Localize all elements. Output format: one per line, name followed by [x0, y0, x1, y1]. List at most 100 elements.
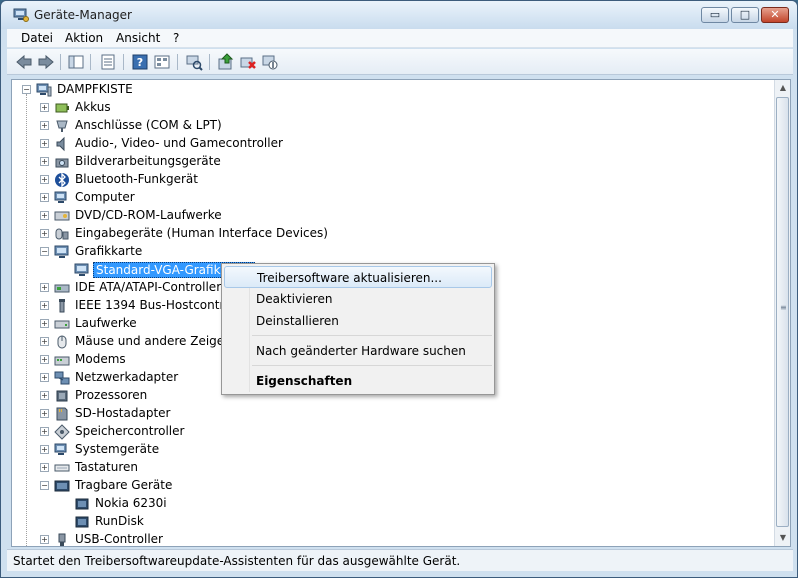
expand-icon[interactable]: + — [40, 319, 49, 328]
tree-item-label: Eingabegeräte (Human Interface Devices) — [75, 226, 328, 240]
menu-help[interactable]: ? — [173, 31, 179, 45]
menu-ansicht[interactable]: Ansicht — [116, 31, 160, 45]
expand-icon[interactable]: + — [40, 229, 49, 238]
context-menu-item[interactable]: Deinstallieren — [224, 310, 492, 332]
window-title: Geräte-Manager — [34, 8, 132, 22]
uninstall-icon[interactable] — [239, 53, 257, 71]
camera-icon — [55, 158, 69, 168]
update-driver-icon[interactable] — [217, 53, 235, 71]
tree-item-label: Speichercontroller — [75, 424, 185, 438]
expand-icon[interactable]: + — [40, 139, 49, 148]
tree-item-label: Grafikkarte — [75, 244, 143, 258]
portable-device-icon — [54, 480, 70, 492]
expand-icon[interactable]: + — [40, 373, 49, 382]
storage-icon — [54, 424, 70, 440]
device-category[interactable]: + Eingabegeräte (Human Interface Devices) — [12, 225, 772, 243]
back-arrow-icon[interactable] — [15, 53, 33, 71]
context-menu-item-label: Deinstallieren — [256, 314, 339, 328]
expand-icon[interactable]: + — [40, 391, 49, 400]
collapse-icon[interactable]: − — [22, 85, 31, 94]
expand-icon[interactable]: + — [40, 355, 49, 364]
device-category[interactable]: − Grafikkarte — [12, 243, 772, 261]
device-category[interactable]: + Bildverarbeitungsgeräte — [12, 153, 772, 171]
context-menu-item[interactable]: Treibersoftware aktualisieren... — [224, 266, 492, 288]
tree-item-label: Laufwerke — [75, 316, 137, 330]
properties-icon[interactable] — [99, 53, 117, 71]
scroll-up-icon[interactable]: ▲ — [775, 80, 791, 96]
context-menu-item[interactable]: Deaktivieren — [224, 288, 492, 310]
expand-icon[interactable]: + — [40, 445, 49, 454]
menu-bar: Datei Aktion Ansicht ? — [7, 29, 793, 48]
device-item[interactable]: Nokia 6230i — [12, 495, 772, 513]
device-category[interactable]: + Computer — [12, 189, 772, 207]
device-item[interactable]: RunDisk — [12, 513, 772, 531]
device-category[interactable]: + Audio-, Video- und Gamecontroller — [12, 135, 772, 153]
tree-item-label: Systemgeräte — [75, 442, 160, 456]
expand-icon[interactable]: + — [40, 463, 49, 472]
device-category[interactable]: + Speichercontroller — [12, 423, 772, 441]
usb-icon — [58, 533, 66, 546]
help-icon[interactable]: ? — [131, 53, 149, 71]
expand-icon[interactable]: + — [40, 175, 49, 184]
tree-root[interactable]: − DAMPFKISTE — [12, 81, 772, 99]
device-category[interactable]: − Tragbare Geräte — [12, 477, 772, 495]
menu-aktion[interactable]: Aktion — [65, 31, 103, 45]
expand-icon[interactable]: + — [40, 337, 49, 346]
device-manager-window: Geräte-Manager ▭ □ ✕ Datei Aktion Ansich… — [0, 0, 798, 578]
device-category[interactable]: + SD-Hostadapter — [12, 405, 772, 423]
scroll-down-icon[interactable]: ▼ — [775, 530, 791, 546]
tree-item-label: Anschlüsse (COM & LPT) — [75, 118, 222, 132]
expand-icon[interactable]: + — [40, 121, 49, 130]
tree-item-label: Bluetooth-Funkgerät — [75, 172, 198, 186]
device-category[interactable]: + Tastaturen — [12, 459, 772, 477]
scroll-thumb[interactable]: ≡ — [776, 97, 789, 527]
firewire-icon — [59, 299, 65, 313]
expand-icon[interactable]: + — [40, 157, 49, 166]
maximize-button[interactable]: □ — [731, 7, 759, 23]
collapse-icon[interactable]: − — [40, 247, 49, 256]
drive-icon — [54, 320, 70, 329]
expand-icon[interactable]: + — [40, 211, 49, 220]
status-bar: Startet den Treibersoftwareupdate-Assist… — [7, 549, 793, 571]
monitor-icon — [54, 245, 69, 258]
expand-icon[interactable]: + — [40, 283, 49, 292]
keyboard-icon — [54, 464, 70, 472]
collapse-icon[interactable]: − — [40, 481, 49, 490]
close-button[interactable]: ✕ — [761, 7, 789, 23]
vertical-scrollbar[interactable]: ▲ ≡ ▼ — [774, 80, 790, 546]
device-category[interactable]: + Akkus — [12, 99, 772, 117]
scan-hardware-icon[interactable] — [185, 53, 203, 71]
expand-icon[interactable]: + — [40, 193, 49, 202]
minimize-button[interactable]: ▭ — [701, 7, 729, 23]
title-bar[interactable]: Geräte-Manager ▭ □ ✕ — [1, 1, 797, 29]
disable-icon[interactable] — [261, 53, 279, 71]
tree-item-label: Audio-, Video- und Gamecontroller — [75, 136, 283, 150]
grip-icon: ≡ — [780, 303, 787, 312]
expand-icon[interactable]: + — [40, 409, 49, 418]
forward-arrow-icon[interactable] — [37, 53, 55, 71]
menu-datei[interactable]: Datei — [21, 31, 53, 45]
context-menu-item[interactable]: Nach geänderter Hardware suchen — [224, 340, 492, 362]
device-category[interactable]: + Bluetooth-Funkgerät — [12, 171, 772, 189]
phone-icon — [75, 516, 89, 528]
expand-icon[interactable]: + — [40, 103, 49, 112]
device-category[interactable]: + DVD/CD-ROM-Laufwerke — [12, 207, 772, 225]
mouse-icon — [57, 335, 67, 349]
context-menu: Treibersoftware aktualisieren... Deaktivi… — [221, 263, 495, 395]
expand-icon[interactable]: + — [40, 535, 49, 544]
tree-item-label: Tragbare Geräte — [75, 478, 173, 492]
system-icon — [54, 443, 67, 455]
device-category[interactable]: + Anschlüsse (COM & LPT) — [12, 117, 772, 135]
device-category[interactable]: + Systemgeräte — [12, 441, 772, 459]
context-menu-item-label: Eigenschaften — [256, 374, 353, 388]
view-icon[interactable] — [153, 53, 171, 71]
speaker-icon — [56, 136, 65, 152]
expand-icon[interactable]: + — [40, 301, 49, 310]
device-category[interactable]: + USB-Controller — [12, 531, 772, 546]
expand-icon[interactable]: + — [40, 427, 49, 436]
console-tree-icon[interactable] — [67, 53, 85, 71]
tree-item-label: Modems — [75, 352, 126, 366]
toolbar: ? — [7, 49, 793, 75]
context-menu-item[interactable]: Eigenschaften — [224, 370, 492, 392]
tree-item-label: USB-Controller — [75, 532, 163, 546]
